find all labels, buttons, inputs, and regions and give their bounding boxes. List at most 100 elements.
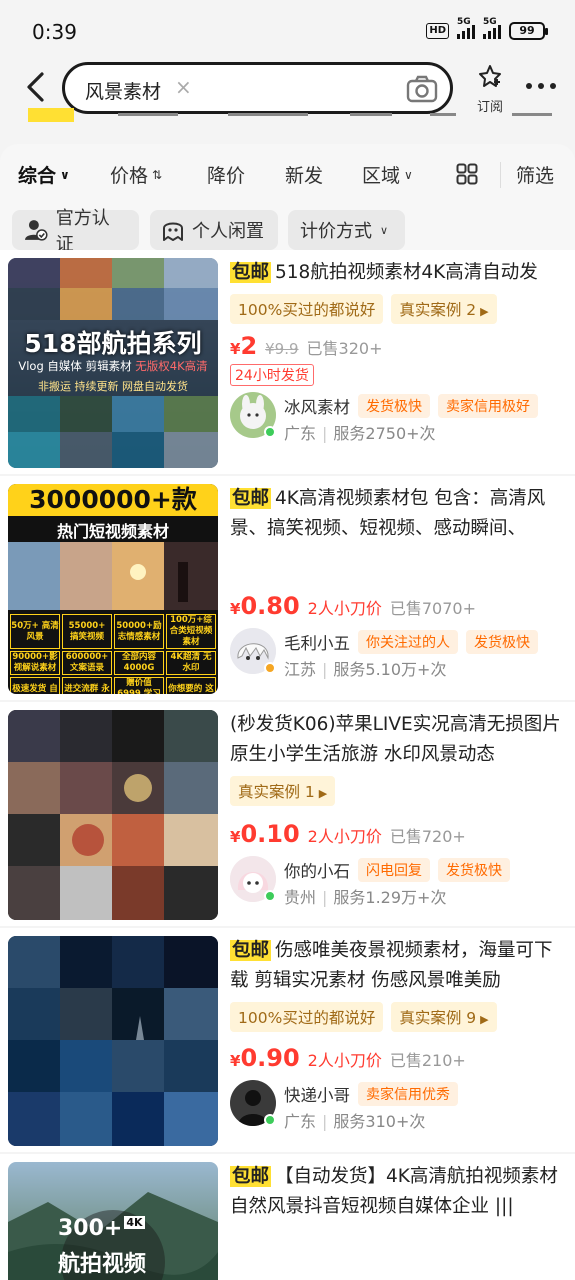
- seller-tag: 发货极快: [358, 394, 430, 418]
- signal-icon-2: 5G: [483, 17, 501, 39]
- product-title: 包邮 518航拍视频素材4K高清自动发: [230, 262, 538, 283]
- product-title: 包邮 【自动发货】4K高清航拍视频素材自然风景抖音短视频自媒体企业 |||: [230, 1166, 558, 1217]
- seller-row[interactable]: 冰风素材 发货极快 卖家信用极好 广东 | 服务2750+次: [230, 392, 570, 446]
- seller-row[interactable]: 你的小石 闪电回复 发货极快 贵州 | 服务1.29万+次: [230, 856, 570, 910]
- product-tags: 100%买过的都说好 真实案例 9 ▶: [230, 1002, 570, 1032]
- price: ¥0.90: [230, 1044, 300, 1072]
- seller-tag: 卖家信用极好: [438, 394, 538, 418]
- battery-icon: 99: [509, 22, 548, 40]
- signal-icon: 5G: [457, 17, 475, 39]
- seller-service: 服务310+次: [333, 1112, 426, 1131]
- seller-tag: 发货极快: [438, 858, 510, 882]
- seller-name: 快递小哥: [284, 1086, 350, 1105]
- product-info: (秒发货K06)苹果LIVE实况高清无损图片原生小学生活旅游 水印风景动态 真实…: [230, 710, 570, 910]
- grid-view-icon[interactable]: [456, 163, 478, 185]
- sort-newest[interactable]: 新发: [285, 161, 323, 188]
- original-price: ¥9.9: [265, 340, 299, 358]
- camera-icon[interactable]: [406, 75, 438, 103]
- product-card[interactable]: 300+ 4K 航拍视频 包邮 【自动发货】4K高清航拍视频素材自然风景抖音短视频自…: [0, 1154, 575, 1280]
- seller-name: 毛利小五: [284, 634, 350, 653]
- seller-service: 服务5.10万+次: [333, 660, 447, 679]
- product-card[interactable]: 518部航拍系列 Vlog 自媒体 剪辑素材 无版权4K高清 非搬运 持续更新 …: [0, 250, 575, 474]
- divider: [500, 162, 501, 188]
- tag-badge: 100%买过的都说好: [230, 1002, 384, 1032]
- price-line: ¥0.10 2人小刀价 已售720+: [230, 820, 570, 848]
- online-dot: [264, 1114, 276, 1126]
- product-info: 包邮 518航拍视频素材4K高清自动发 100%买过的都说好 真实案例 2 ▶ ¥2…: [230, 258, 570, 446]
- product-thumbnail[interactable]: 3000000+款 热门短视频素材 50万+ 高清风景 55000+ 搞笑视频 …: [8, 484, 218, 694]
- seller-location: 广东: [284, 424, 317, 443]
- seller-name: 冰风素材: [284, 398, 350, 417]
- tag-badge[interactable]: 真实案例 9 ▶: [391, 1002, 497, 1032]
- chip-official[interactable]: 官方认证: [12, 208, 139, 255]
- chip-personal-idle[interactable]: 个人闲置: [150, 210, 278, 250]
- chevron-down-icon: ∨: [60, 167, 70, 182]
- product-thumbnail[interactable]: 518部航拍系列 Vlog 自媒体 剪辑素材 无版权4K高清 非搬运 持续更新 …: [8, 258, 218, 468]
- product-card[interactable]: 包邮 伤感唯美夜景视频素材，海量可下载 剪辑实况素材 伤感风景唯美励 100%买过…: [0, 928, 575, 1152]
- seller-tag: 卖家信用优秀: [358, 1082, 458, 1106]
- product-info: 包邮 【自动发货】4K高清航拍视频素材自然风景抖音短视频自媒体企业 |||: [230, 1162, 570, 1222]
- seller-location: 贵州: [284, 888, 317, 907]
- status-time: 0:39: [32, 20, 77, 44]
- seller-row[interactable]: 快递小哥 卖家信用优秀 广东 | 服务310+次: [230, 1080, 570, 1134]
- tag-badge: 100%买过的都说好: [230, 294, 384, 324]
- sort-price[interactable]: 价格 ⇅: [110, 161, 162, 188]
- status-bar: 0:39 HD 5G 5G 99: [0, 0, 575, 62]
- product-title: 包邮 4K高清视频素材包 包含：高清风景、搞笑视频、短视频、感动瞬间、: [230, 488, 546, 539]
- seller-tag: 发货极快: [466, 630, 538, 654]
- subscribe-pin-icon: [479, 65, 501, 87]
- seller-row[interactable]: 毛利小五 你关注过的人 发货极快 江苏 | 服务5.10万+次: [230, 628, 570, 682]
- bargain-label: 2人小刀价: [307, 599, 382, 618]
- more-dots-icon[interactable]: [524, 74, 558, 98]
- product-tags: 真实案例 1 ▶: [230, 776, 570, 806]
- price-line: ¥2 ¥9.9 已售320+: [230, 332, 570, 360]
- arrow-right-icon: ▶: [318, 787, 328, 800]
- seller-name: 你的小石: [284, 862, 350, 881]
- shipping-badge: 24小时发货: [230, 364, 314, 386]
- chevron-down-icon: ∨: [404, 167, 413, 182]
- chevron-down-icon: ∨: [380, 223, 389, 237]
- tag-badge[interactable]: 真实案例 2 ▶: [391, 294, 497, 324]
- seller-service: 服务2750+次: [333, 424, 436, 443]
- ghost-icon: [163, 222, 183, 241]
- search-input[interactable]: 风景素材 ×: [62, 62, 453, 114]
- thumbnail-grid: 50万+ 高清风景 55000+ 搞笑视频 50000+励志情感素材 100万+…: [8, 612, 218, 694]
- tag-badge[interactable]: 真实案例 1 ▶: [230, 776, 336, 806]
- product-title: 包邮 伤感唯美夜景视频素材，海量可下载 剪辑实况素材 伤感风景唯美励: [230, 940, 553, 991]
- sold-count: 已售7070+: [389, 599, 476, 618]
- price: ¥2: [230, 332, 258, 360]
- seller-service: 服务1.29万+次: [333, 888, 447, 907]
- hd-icon: HD: [426, 23, 449, 39]
- product-card[interactable]: 3000000+款 热门短视频素材 50万+ 高清风景 55000+ 搞笑视频 …: [0, 476, 575, 700]
- sort-price-drop[interactable]: 降价: [207, 161, 245, 188]
- sold-count: 已售720+: [389, 827, 466, 846]
- product-thumbnail[interactable]: [8, 710, 218, 920]
- clear-icon[interactable]: ×: [175, 75, 192, 99]
- seller-tag: 你关注过的人: [358, 630, 458, 654]
- sold-count: 已售210+: [389, 1051, 466, 1070]
- chip-pricing[interactable]: 计价方式 ∨: [288, 210, 405, 250]
- bargain-label: 2人小刀价: [307, 827, 382, 846]
- product-thumbnail[interactable]: 300+ 4K 航拍视频: [8, 1162, 218, 1280]
- sort-comprehensive[interactable]: 综合 ∨: [18, 161, 70, 188]
- scrolled-category-tabs: [0, 108, 575, 128]
- verified-badge-icon: [264, 662, 276, 674]
- verified-user-icon: [24, 220, 48, 241]
- product-tags: 100%买过的都说好 真实案例 2 ▶: [230, 294, 570, 324]
- product-card[interactable]: (秒发货K06)苹果LIVE实况高清无损图片原生小学生活旅游 水印风景动态 真实…: [0, 702, 575, 926]
- search-query: 风景素材: [85, 81, 162, 103]
- filter-chips: 官方认证 个人闲置 计价方式 ∨: [0, 204, 575, 256]
- price: ¥0.80: [230, 592, 300, 620]
- status-icons: HD 5G 5G 99: [426, 17, 548, 40]
- price-line: ¥0.80 2人小刀价 已售7070+: [230, 592, 570, 620]
- sort-bar: 综合 ∨ 价格 ⇅ 降价 新发 区域 ∨ 筛选: [0, 144, 575, 204]
- seller-tag: 闪电回复: [358, 858, 430, 882]
- product-thumbnail[interactable]: [8, 936, 218, 1146]
- sort-region[interactable]: 区域 ∨: [362, 161, 413, 188]
- product-info: 包邮 4K高清视频素材包 包含：高清风景、搞笑视频、短视频、感动瞬间、 ¥0.80…: [230, 484, 570, 682]
- back-arrow-icon[interactable]: [22, 70, 52, 104]
- online-dot: [264, 890, 276, 902]
- filter-button[interactable]: 筛选: [516, 161, 554, 188]
- price-line: ¥0.90 2人小刀价 已售210+: [230, 1044, 570, 1072]
- sort-arrows-icon: ⇅: [152, 167, 163, 182]
